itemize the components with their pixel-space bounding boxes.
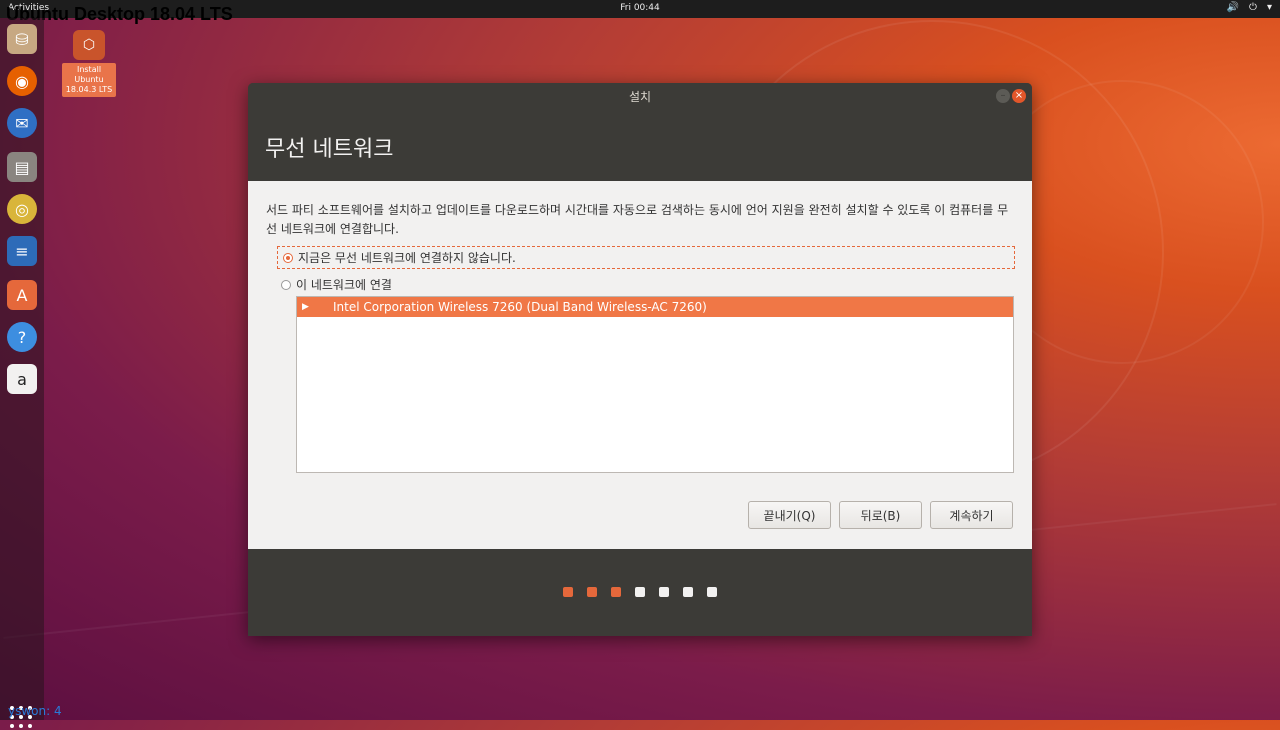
firefox-icon[interactable]: ◉ <box>7 66 37 96</box>
help-icon[interactable]: ? <box>7 322 37 352</box>
progress-dots <box>248 587 1032 597</box>
install-ubuntu-launcher[interactable]: ⬡ Install Ubuntu 18.04.3 LTS <box>62 30 116 97</box>
window-titlebar[interactable]: 설치 – × <box>248 83 1032 111</box>
volume-icon: 🔊 <box>1226 2 1240 13</box>
progress-dot <box>611 587 621 597</box>
page-title: 무선 네트워크 <box>265 137 394 162</box>
list-item[interactable]: ▶ Intel Corporation Wireless 7260 (Dual … <box>297 297 1013 317</box>
page-content: 서드 파티 소프트웨어를 설치하고 업데이트를 다운로드하며 시간대를 자동으로… <box>248 181 1032 549</box>
network-list[interactable]: ▶ Intel Corporation Wireless 7260 (Dual … <box>296 296 1014 473</box>
user-line: yswon: 4 <box>8 704 62 718</box>
amazon-icon[interactable]: a <box>7 364 37 394</box>
software-center-icon[interactable]: A <box>7 280 37 310</box>
files-icon[interactable]: ▤ <box>7 152 37 182</box>
thunderbird-icon[interactable]: ✉ <box>7 108 37 138</box>
close-button[interactable]: × <box>1012 89 1026 103</box>
continue-button[interactable]: 계속하기 <box>930 501 1013 529</box>
back-button[interactable]: 뒤로(B) <box>839 501 922 529</box>
progress-dot <box>563 587 573 597</box>
radio-no-connect-label: 지금은 무선 네트워크에 연결하지 않습니다. <box>298 251 516 265</box>
radio-connect-label: 이 네트워크에 연결 <box>296 278 392 292</box>
rhythmbox-icon[interactable]: ◎ <box>7 194 37 224</box>
window-title: 설치 <box>628 90 652 104</box>
installer-window: 설치 – × 무선 네트워크 서드 파티 소프트웨어를 설치하고 업데이트를 다… <box>248 83 1032 636</box>
progress-dot <box>707 587 717 597</box>
description-text: 서드 파티 소프트웨어를 설치하고 업데이트를 다운로드하며 시간대를 자동으로… <box>266 203 1009 236</box>
progress-dot <box>587 587 597 597</box>
page-header: 무선 네트워크 <box>248 111 1032 181</box>
disk-installer-icon[interactable]: ⛁ <box>7 24 37 54</box>
radio-connect[interactable]: 이 네트워크에 연결 <box>281 276 392 293</box>
power-icon: ⏻ <box>1249 2 1257 13</box>
install-ubuntu-label: Install Ubuntu 18.04.3 LTS <box>62 63 116 97</box>
chevron-down-icon: ▾ <box>1266 2 1272 13</box>
quit-button[interactable]: 끝내기(Q) <box>748 501 831 529</box>
minimize-button[interactable]: – <box>996 89 1010 103</box>
radio-selected-icon <box>283 252 293 263</box>
radio-no-connect[interactable]: 지금은 무선 네트워크에 연결하지 않습니다. <box>277 246 1015 269</box>
dock: ⛁ ◉ ✉ ▤ ◎ ≡ A ? a <box>0 18 44 728</box>
progress-dot <box>635 587 645 597</box>
radio-unselected-icon <box>281 279 291 290</box>
system-tray[interactable]: 🔊 ⏻ ▾ <box>1227 2 1272 13</box>
expander-arrow-icon[interactable]: ▶ <box>302 297 309 317</box>
progress-dot <box>659 587 669 597</box>
progress-dot <box>683 587 693 597</box>
network-name: Intel Corporation Wireless 7260 (Dual Ba… <box>333 300 707 314</box>
writer-icon[interactable]: ≡ <box>7 236 37 266</box>
installer-icon: ⬡ <box>73 30 105 60</box>
